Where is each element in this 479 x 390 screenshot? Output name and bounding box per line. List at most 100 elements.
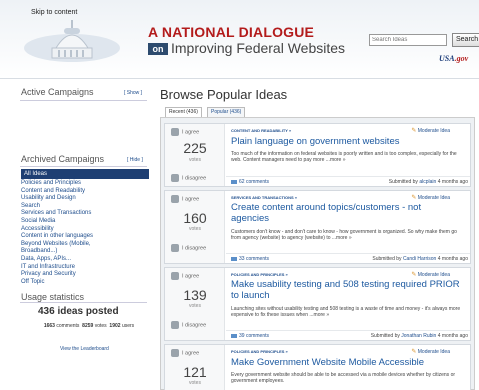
comments-link[interactable]: 39 comments — [231, 333, 269, 339]
page-title: Browse Popular Ideas — [160, 87, 288, 102]
category-item[interactable]: Off Topic — [21, 279, 149, 287]
thumbs-down-icon — [171, 321, 179, 329]
pencil-icon: ✎ — [411, 349, 417, 355]
vote-score: 160 — [183, 210, 207, 226]
category-item[interactable]: Content and Readability — [21, 188, 149, 196]
category-item[interactable]: Usability and Design — [21, 195, 149, 203]
idea-category-link[interactable]: CONTENT AND READABILITY » — [231, 128, 291, 133]
author-link[interactable]: alcplain — [419, 179, 436, 185]
tab-recent[interactable]: Recent (436) — [165, 107, 202, 117]
moderate-idea-link[interactable]: ✎ Moderate Idea — [411, 271, 450, 278]
moderate-idea-link[interactable]: ✎ Moderate Idea — [411, 348, 450, 355]
submitted-by: Submitted by alcplain 4 months ago — [388, 179, 468, 185]
category-item[interactable]: Accessibility — [21, 226, 149, 234]
votes-label: votes — [189, 380, 201, 386]
category-item[interactable]: Search — [21, 203, 149, 211]
category-item[interactable]: Content in other languages — [21, 233, 149, 241]
agree-button[interactable]: I agree — [171, 272, 199, 280]
category-item[interactable]: Services and Transactions — [21, 210, 149, 218]
submitted-by: Submitted by Jonathan Rubin 4 months ago — [370, 333, 468, 339]
on-badge: on — [148, 43, 168, 55]
agree-button[interactable]: I agree — [171, 349, 199, 357]
idea-title[interactable]: Create content around topics/customers -… — [231, 202, 461, 224]
comment-icon — [231, 333, 237, 338]
idea-footer: 33 comments Submitted by Candi Harrison … — [226, 253, 470, 263]
idea-card: I agree 121 votes POLICIES AND PRINCIPLE… — [164, 344, 471, 390]
category-item[interactable]: Social Media — [21, 218, 149, 226]
category-item[interactable]: Privacy and Security — [21, 271, 149, 279]
idea-card: I agree 225 votes I disagree CONTENT AND… — [164, 123, 471, 187]
vote-score: 121 — [183, 364, 207, 380]
votes-label: votes — [189, 303, 201, 309]
search-button[interactable]: Search — [452, 33, 479, 47]
moderate-idea-link[interactable]: ✎ Moderate Idea — [411, 127, 450, 134]
idea-summary: Launching sites without usability testin… — [231, 306, 461, 319]
submitted-by: Submitted by Candi Harrison 4 months ago — [372, 256, 468, 262]
idea-footer: 39 comments Submitted by Jonathan Rubin … — [226, 330, 470, 340]
comment-icon — [231, 256, 237, 261]
sidebar-divider — [20, 166, 147, 167]
category-item[interactable]: Policies and Principles — [21, 180, 149, 188]
idea-card: I agree 139 votes I disagree POLICIES AN… — [164, 267, 471, 341]
thumbs-down-icon — [171, 174, 179, 182]
disagree-button[interactable]: I disagree — [171, 321, 206, 329]
author-link[interactable]: Candi Harrison — [403, 256, 436, 262]
comments-link[interactable]: 62 comments — [231, 179, 269, 185]
site-subtitle: Improving Federal Websites — [171, 40, 346, 56]
archived-campaigns-heading: Archived Campaigns — [21, 154, 105, 164]
idea-title[interactable]: Make usability testing and 508 testing r… — [231, 279, 461, 301]
site-header: Skip to content A NATIONAL DIALOGUE on I… — [0, 0, 479, 78]
idea-title[interactable]: Make Government Website Mobile Accessibl… — [231, 357, 461, 368]
active-campaigns-toggle[interactable]: [ Show ] — [124, 90, 142, 96]
vote-panel: I agree 160 votes I disagree — [165, 191, 225, 263]
category-item[interactable]: All Ideas — [21, 169, 149, 179]
idea-summary: Every government website should be able … — [231, 372, 456, 385]
thumbs-up-icon — [171, 349, 179, 357]
thumbs-down-icon — [171, 244, 179, 252]
thumbs-up-icon — [171, 272, 179, 280]
idea-category-link[interactable]: POLICIES AND PRINCIPLES » — [231, 349, 288, 354]
pencil-icon: ✎ — [411, 195, 417, 201]
usage-statistics-heading: Usage statistics — [21, 292, 85, 302]
thumbs-up-icon — [171, 128, 179, 136]
thumbs-up-icon — [171, 195, 179, 203]
search-input[interactable] — [369, 34, 447, 46]
capitol-dome-logo — [24, 20, 120, 62]
sidebar-divider — [20, 100, 147, 101]
idea-card: I agree 160 votes I disagree SERVICES AN… — [164, 190, 471, 264]
vote-panel: I agree 121 votes — [165, 345, 225, 390]
idea-title[interactable]: Plain language on government websites — [231, 136, 461, 147]
disagree-button[interactable]: I disagree — [171, 174, 206, 182]
header-divider — [0, 78, 479, 79]
tab-popular[interactable]: Popular (436) — [207, 107, 246, 117]
moderate-idea-link[interactable]: ✎ Moderate Idea — [411, 194, 450, 201]
campaign-category-list: All Ideas Policies and Principles Conten… — [21, 169, 149, 286]
skip-to-content-link[interactable]: Skip to content — [31, 9, 77, 16]
author-link[interactable]: Jonathan Rubin — [401, 333, 436, 339]
usage-stats-line: 1663 comments 8259 votes 1902 users — [43, 323, 135, 329]
active-campaigns-heading: Active Campaigns — [21, 87, 94, 97]
sidebar-divider — [20, 302, 147, 303]
agree-button[interactable]: I agree — [171, 128, 199, 136]
comment-icon — [231, 179, 237, 184]
votes-label: votes — [189, 226, 201, 232]
vote-score: 139 — [183, 287, 207, 303]
view-leaderboard-link[interactable]: View the Leaderboard — [60, 346, 109, 352]
disagree-button[interactable]: I disagree — [171, 244, 206, 252]
vote-score: 225 — [183, 140, 207, 156]
idea-category-link[interactable]: POLICIES AND PRINCIPLES » — [231, 272, 288, 277]
comments-link[interactable]: 33 comments — [231, 256, 269, 262]
pencil-icon: ✎ — [411, 128, 417, 134]
category-item[interactable]: IT and Infrastructure — [21, 264, 149, 272]
category-item[interactable]: Beyond Websites (Mobile, Broadband...) — [21, 241, 113, 256]
agree-button[interactable]: I agree — [171, 195, 199, 203]
archived-campaigns-toggle[interactable]: [ Hide ] — [127, 157, 143, 163]
category-item[interactable]: Data, Apps, APIs... — [21, 256, 149, 264]
idea-summary: Customers don't know - and don't care to… — [231, 229, 457, 242]
vote-panel: I agree 225 votes I disagree — [165, 124, 225, 186]
usa-gov-logo[interactable]: USA.gov — [439, 54, 468, 63]
site-title: A NATIONAL DIALOGUE — [148, 24, 315, 40]
ideas-posted-count: 436 ideas posted — [38, 306, 119, 317]
idea-footer: 62 comments Submitted by alcplain 4 mont… — [226, 176, 470, 186]
idea-category-link[interactable]: SERVICES AND TRANSACTIONS » — [231, 195, 297, 200]
